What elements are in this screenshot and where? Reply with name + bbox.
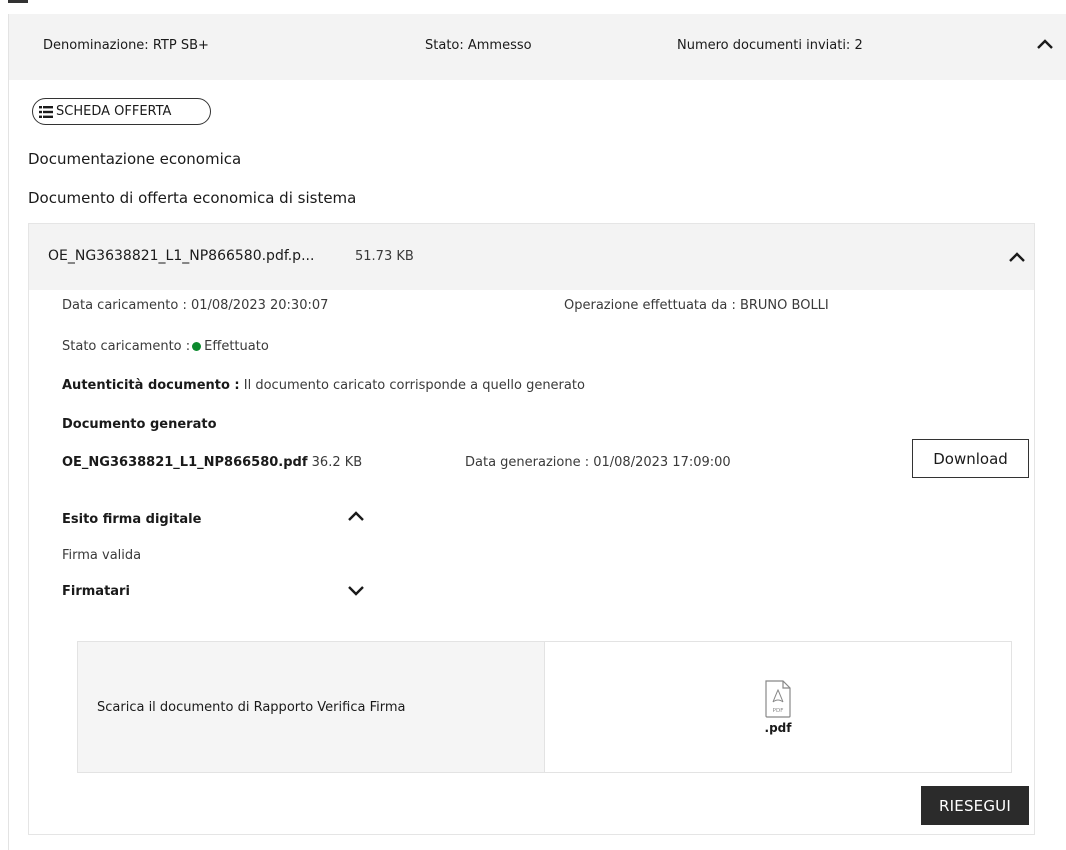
autenticita-documento: Autenticità documento : Il documento car… xyxy=(62,378,585,393)
top-edge-marker xyxy=(8,0,28,3)
status-dot-icon xyxy=(192,342,202,351)
stato-text: Stato: Ammesso xyxy=(425,38,532,53)
chevron-up-icon[interactable] xyxy=(1005,245,1029,269)
pdf-download-cell[interactable]: PDF .pdf xyxy=(545,642,1011,772)
scheda-offerta-label: SCHEDA OFFERTA xyxy=(56,104,172,119)
autenticita-label: Autenticità documento : xyxy=(62,378,240,393)
riesegui-button[interactable]: RIESEGUI xyxy=(921,786,1029,825)
pdf-file-icon[interactable]: PDF xyxy=(764,679,792,718)
generated-file-info: OE_NG3638821_L1_NP866580.pdf 36.2 KB xyxy=(62,455,362,470)
operazione-effettuata: Operazione effettuata da : BRUNO BOLLI xyxy=(564,298,829,313)
list-icon xyxy=(39,105,53,118)
stato-caricamento-label: Stato caricamento : xyxy=(62,339,191,354)
pdf-icon-text: PDF xyxy=(773,708,784,714)
firma-valida: Firma valida xyxy=(62,548,142,563)
firmatari-label: Firmatari xyxy=(62,584,130,599)
esito-firma-label: Esito firma digitale xyxy=(62,512,202,527)
stato-caricamento: Stato caricamento : Effettuato xyxy=(62,339,269,354)
autenticita-value: Il documento caricato corrisponde a quel… xyxy=(239,378,585,393)
rapporto-verifica-text: Scarica il documento di Rapporto Verific… xyxy=(97,699,406,715)
documentazione-title: Documentazione economica xyxy=(28,150,242,168)
data-generazione: Data generazione : 01/08/2023 17:09:00 xyxy=(465,455,731,470)
stato-caricamento-value: Effettuato xyxy=(204,339,269,354)
pdf-extension[interactable]: .pdf xyxy=(765,721,792,735)
chevron-down-icon[interactable] xyxy=(344,579,368,603)
chevron-up-icon[interactable] xyxy=(344,504,368,528)
data-caricamento: Data caricamento : 01/08/2023 20:30:07 xyxy=(62,298,329,313)
file-name[interactable]: OE_NG3638821_L1_NP866580.pdf.p... xyxy=(48,248,314,264)
documento-generato-label: Documento generato xyxy=(62,417,217,432)
chevron-up-icon[interactable] xyxy=(1033,32,1057,56)
file-size: 51.73 KB xyxy=(355,249,414,264)
documento-title: Documento di offerta economica di sistem… xyxy=(28,189,357,207)
generated-file-name: OE_NG3638821_L1_NP866580.pdf xyxy=(62,455,308,470)
download-button[interactable]: Download xyxy=(912,439,1029,478)
denominazione-text: Denominazione: RTP SB+ xyxy=(43,38,209,53)
scheda-offerta-button[interactable]: SCHEDA OFFERTA xyxy=(32,98,211,125)
generated-file-size: 36.2 KB xyxy=(307,455,363,470)
rapporto-verifica-table: Scarica il documento di Rapporto Verific… xyxy=(77,641,1012,773)
numero-documenti-text: Numero documenti inviati: 2 xyxy=(677,38,863,53)
rapporto-verifica-cell: Scarica il documento di Rapporto Verific… xyxy=(78,642,545,772)
